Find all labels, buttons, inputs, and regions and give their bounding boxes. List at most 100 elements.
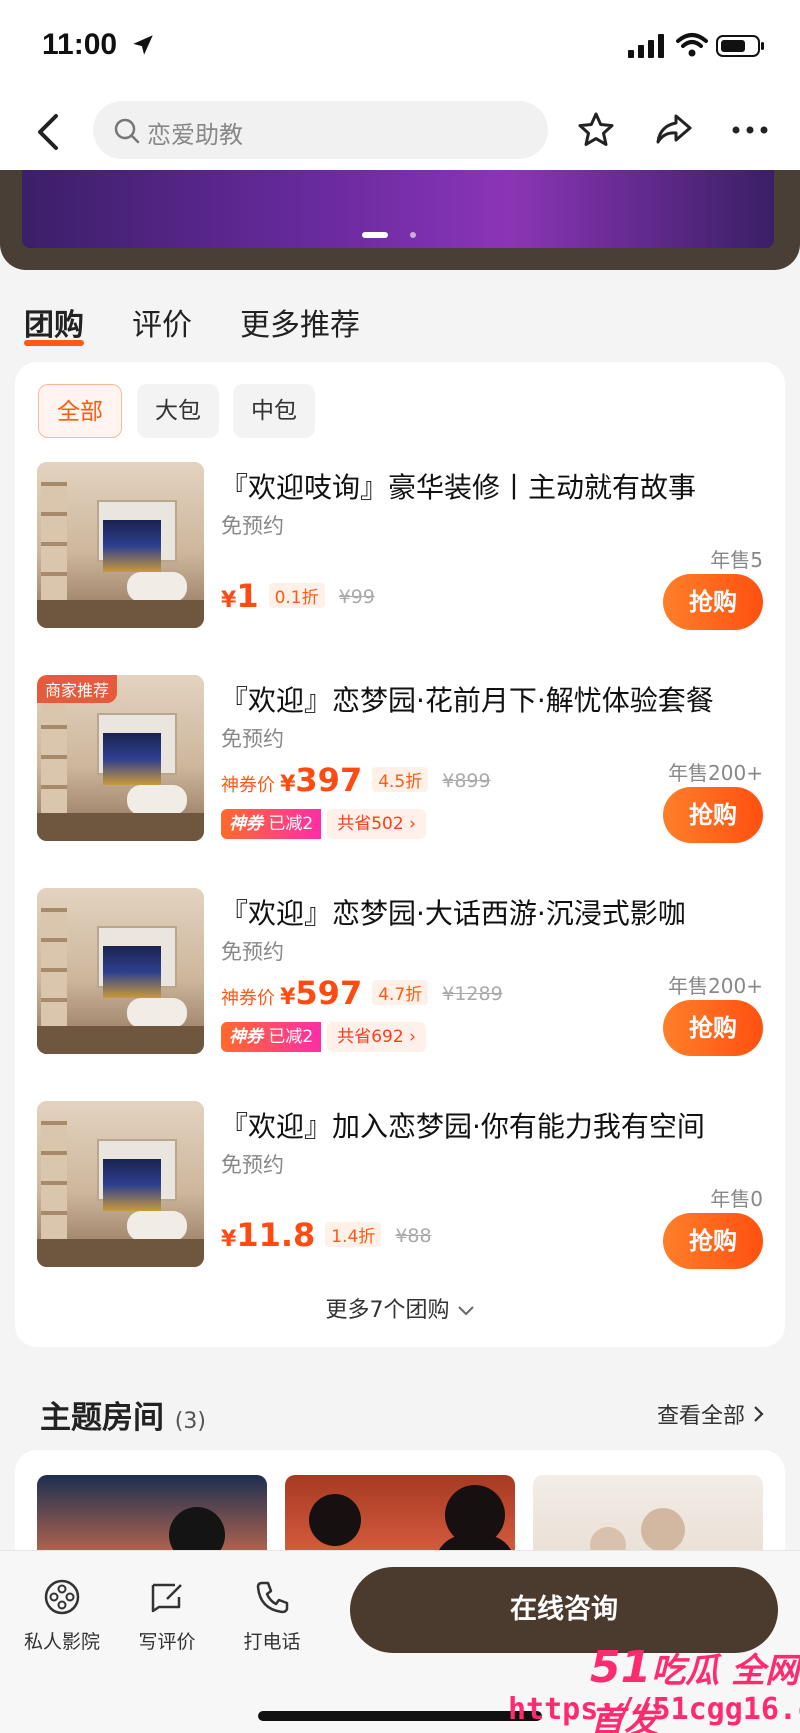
price-label: 神券价 — [221, 775, 275, 796]
theme-rooms-title: 主题房间 (3) — [40, 1392, 206, 1437]
deal-subtitle: 免预约 — [221, 727, 284, 751]
buy-button[interactable]: 抢购 — [663, 787, 763, 843]
private-cinema-button[interactable]: 私人影院 — [17, 1577, 107, 1654]
private-cinema-label: 私人影院 — [23, 1631, 100, 1653]
tab-reviews[interactable]: 评价 — [132, 300, 192, 344]
chevron-right-icon — [754, 1406, 764, 1422]
write-review-label: 写评价 — [138, 1631, 196, 1653]
see-all-link[interactable]: 查看全部 — [657, 1398, 766, 1430]
status-bar: 11:00 — [0, 0, 800, 96]
total-savings-tag: 共省502 › — [327, 809, 426, 839]
phone-icon — [256, 1581, 289, 1614]
deal-subtitle: 免预约 — [221, 514, 284, 538]
coupon-tag-value: 已减2 — [268, 814, 314, 834]
section-tabs: 团购 评价 更多推荐 — [0, 290, 800, 350]
deal-subtitle: 免预约 — [221, 940, 284, 964]
deal-price: 1 — [236, 577, 259, 615]
discount-tag: 0.1折 — [268, 583, 325, 608]
coupon-tag-value: 已减2 — [268, 1027, 314, 1047]
deal-price: 397 — [295, 761, 363, 799]
active-tab-indicator — [24, 340, 84, 346]
price-currency: ¥ — [280, 772, 296, 797]
deal-thumbnail — [37, 1101, 204, 1267]
promo-banner[interactable] — [22, 170, 774, 248]
filter-medium-room[interactable]: 中包 — [233, 384, 315, 438]
buy-button[interactable]: 抢购 — [663, 1000, 763, 1056]
home-indicator — [258, 1711, 542, 1721]
deal-thumbnail: 商家推荐 — [37, 675, 204, 841]
banner-container — [0, 170, 800, 270]
watermark-url: https://51cgg16.com — [508, 1692, 800, 1727]
chevron-down-icon — [457, 1306, 474, 1316]
deal-price: 597 — [295, 974, 363, 1012]
status-time: 11:00 — [42, 28, 118, 61]
filter-large-room[interactable]: 大包 — [137, 384, 219, 438]
price-currency: ¥ — [280, 985, 296, 1010]
carousel-dot-active — [362, 232, 388, 238]
coupon-promo-row[interactable]: 神券 已减2 共省692 › — [221, 1022, 426, 1052]
deal-item[interactable]: 『欢迎』恋梦园·大话西游·沉浸式影咖 免预约 年售200+ 抢购 神券价 ¥59… — [15, 888, 785, 1068]
write-review-button[interactable]: 写评价 — [122, 1577, 212, 1654]
deal-thumbnail — [37, 462, 204, 628]
deal-item[interactable]: 『欢迎』加入恋梦园·你有能力我有空间 免预约 年售0 抢购 ¥11.8 1.4折 ¥… — [15, 1101, 785, 1281]
filter-all[interactable]: 全部 — [38, 384, 122, 438]
cellular-signal-icon — [628, 34, 664, 58]
price-currency: ¥ — [221, 588, 237, 613]
theme-rooms-label: 主题房间 — [40, 1400, 164, 1436]
discount-tag: 1.4折 — [325, 1222, 382, 1247]
online-consult-button[interactable]: 在线咨询 — [350, 1567, 778, 1653]
deal-price: 11.8 — [236, 1216, 316, 1254]
deal-price-row: 神券价 ¥597 4.7折 ¥1289 — [221, 974, 503, 1012]
theme-rooms-count: (3) — [174, 1409, 206, 1434]
deal-title: 『欢迎』恋梦园·大话西游·沉浸式影咖 — [220, 897, 686, 930]
deal-sales: 年售200+ — [668, 761, 763, 785]
deal-title: 『欢迎』恋梦园·花前月下·解忧体验套餐 — [220, 684, 714, 717]
tab-group-buy[interactable]: 团购 — [24, 300, 84, 344]
call-label: 打电话 — [243, 1631, 301, 1653]
search-placeholder: 恋爱助教 — [147, 121, 243, 149]
deal-price-row: ¥1 0.1折 ¥99 — [221, 577, 375, 615]
see-all-label: 查看全部 — [656, 1404, 745, 1429]
deal-title: 『欢迎』加入恋梦园·你有能力我有空间 — [220, 1110, 705, 1143]
original-price: ¥899 — [442, 770, 491, 792]
wifi-icon — [676, 33, 708, 57]
deal-sales: 年售5 — [710, 548, 763, 572]
deal-sales: 年售200+ — [668, 974, 763, 998]
more-deals-link[interactable]: 更多7个团购 — [15, 1292, 785, 1324]
more-deals-label: 更多7个团购 — [325, 1298, 450, 1323]
deal-price-row: ¥11.8 1.4折 ¥88 — [221, 1216, 432, 1254]
film-reel-icon — [44, 1579, 80, 1615]
tab-more-recommend[interactable]: 更多推荐 — [240, 300, 360, 344]
original-price: ¥88 — [395, 1225, 432, 1247]
deal-title: 『欢迎吱询』豪华装修丨主动就有故事 — [220, 471, 697, 504]
group-buy-card: 全部 大包 中包 『欢迎吱询』豪华装修丨主动就有故事 免预约 年售5 抢购 ¥1… — [15, 362, 785, 1347]
price-currency: ¥ — [221, 1227, 237, 1252]
deal-item[interactable]: 商家推荐 『欢迎』恋梦园·花前月下·解忧体验套餐 免预约 年售200+ 抢购 神… — [15, 675, 785, 855]
coupon-tag-name: 神券 — [229, 1027, 263, 1047]
buy-button[interactable]: 抢购 — [663, 1213, 763, 1269]
share-icon[interactable] — [654, 110, 694, 150]
edit-review-icon — [151, 1583, 182, 1613]
buy-button[interactable]: 抢购 — [663, 574, 763, 630]
search-bar[interactable]: 恋爱助教 — [93, 101, 548, 159]
coupon-promo-row[interactable]: 神券 已减2 共省502 › — [221, 809, 426, 839]
battery-icon — [716, 35, 764, 57]
coupon-tag-name: 神券 — [229, 814, 263, 834]
favorite-star-icon[interactable] — [576, 110, 616, 150]
deal-item[interactable]: 『欢迎吱询』豪华装修丨主动就有故事 免预约 年售5 抢购 ¥1 0.1折 ¥99 — [15, 462, 785, 642]
carousel-dot — [410, 232, 416, 238]
call-button[interactable]: 打电话 — [227, 1577, 317, 1654]
top-nav-bar: 恋爱助教 — [0, 96, 800, 170]
total-savings-tag: 共省692 › — [327, 1022, 426, 1052]
discount-tag: 4.5折 — [372, 767, 429, 792]
deal-thumbnail — [37, 888, 204, 1054]
merchant-recommend-badge: 商家推荐 — [37, 675, 118, 703]
watermark-number: 51 — [590, 1642, 652, 1693]
deal-subtitle: 免预约 — [221, 1153, 284, 1177]
location-arrow-icon — [133, 35, 153, 55]
original-price: ¥1289 — [442, 983, 503, 1005]
back-arrow-icon[interactable] — [30, 108, 70, 156]
deal-sales: 年售0 — [710, 1187, 763, 1211]
more-options-icon[interactable] — [730, 120, 770, 140]
discount-tag: 4.7折 — [372, 980, 429, 1005]
